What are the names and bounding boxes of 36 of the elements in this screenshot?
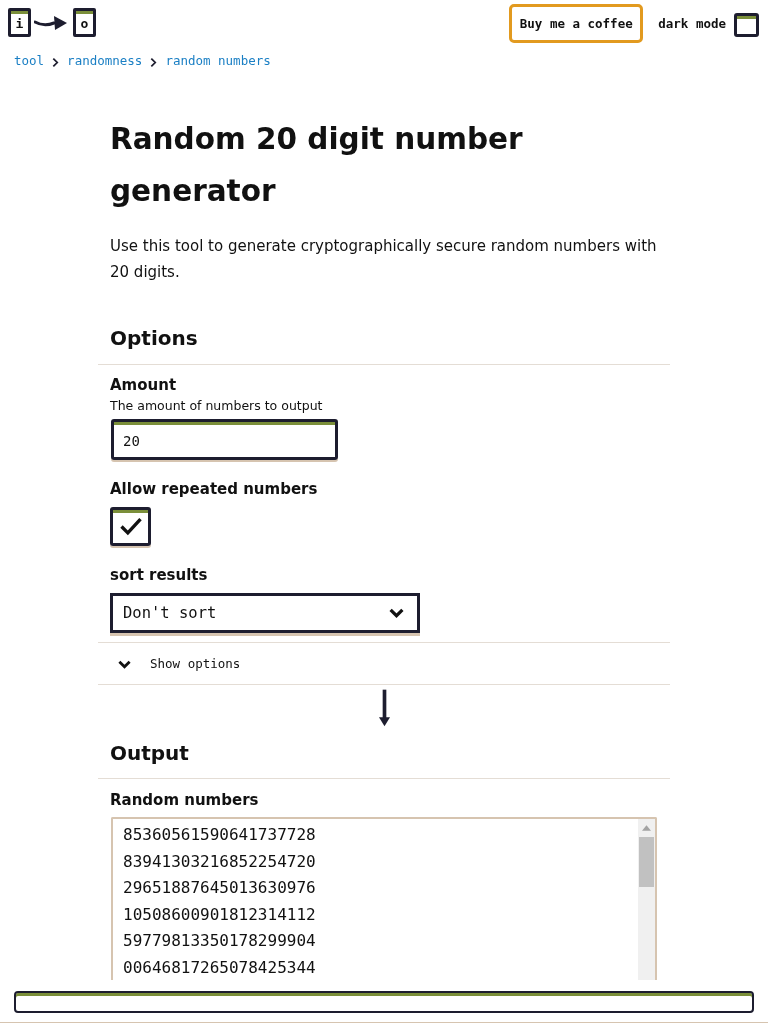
amount-input[interactable]: 20	[111, 419, 338, 460]
number-text: 29651887645013630976	[123, 877, 316, 899]
buy-coffee-button[interactable]: Buy me a coffee	[509, 4, 644, 43]
breadcrumb-link[interactable]: randomness	[67, 54, 143, 68]
section-heading: Options	[109, 325, 199, 352]
chevron-right-icon	[52, 57, 60, 68]
scrollbar[interactable]	[638, 819, 655, 980]
scrollbar-thumb[interactable]	[639, 837, 654, 887]
breadcrumb-link[interactable]: tool	[14, 54, 45, 68]
chevron-down-icon[interactable]	[118, 660, 131, 669]
field-label: Allow repeated numbers	[110, 479, 318, 499]
description-text: Use this tool to generate cryptographically secure random numbers with 20 digits.	[109, 236, 658, 283]
dark-mode-checkbox[interactable]	[734, 12, 759, 37]
breadcrumb-link[interactable]: random numbers	[165, 54, 271, 68]
field-hint: The amount of numbers to output	[110, 398, 323, 414]
checkmark-icon	[118, 517, 143, 536]
logo-tile: o	[73, 8, 96, 37]
page-title: Random 20 digit number generator	[109, 121, 524, 210]
field-label: Random numbers	[110, 790, 260, 810]
down-arrow-icon	[378, 688, 390, 728]
number-text: 10508600901812314112	[123, 903, 316, 926]
checkbox[interactable]	[110, 507, 151, 546]
section-heading: Output	[109, 740, 190, 767]
number-text: 83941303216852254720	[123, 850, 316, 873]
show-options-toggle[interactable]: Show options	[150, 656, 241, 671]
chevron-right-icon	[150, 57, 158, 68]
dark-mode-label: dark mode	[658, 16, 726, 31]
output-textarea[interactable]: 85360561590641737728 83941303216852254720 29651887645013630976 10508600901812314112 59779813350178299904 00646817265078425344	[111, 817, 657, 980]
number-text: 85360561590641737728	[123, 824, 316, 846]
chevron-down-icon	[389, 608, 404, 618]
sort-select[interactable]: Don't sort	[110, 593, 420, 633]
field-label: Amount	[110, 375, 177, 395]
logo-tile: i	[8, 8, 31, 37]
number-text: 00646817265078425344	[123, 956, 316, 979]
field-label: sort results	[110, 565, 208, 585]
number-text: 59779813350178299904	[123, 930, 316, 952]
